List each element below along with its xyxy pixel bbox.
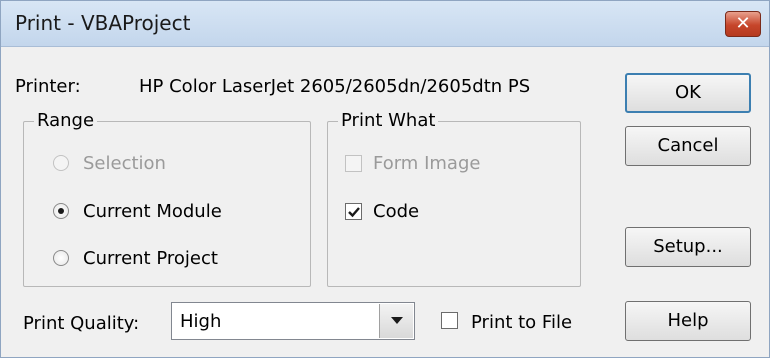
help-button[interactable]: Help xyxy=(625,301,751,341)
selection-radio[interactable] xyxy=(53,155,69,171)
print-quality-dropdown-button[interactable] xyxy=(379,304,413,338)
close-icon: ✕ xyxy=(735,13,751,34)
code-label: Code xyxy=(373,201,420,222)
form-image-checkbox[interactable] xyxy=(345,155,362,172)
current-project-radio[interactable] xyxy=(53,250,69,266)
checkmark-icon xyxy=(348,207,360,218)
printer-name: HP Color LaserJet 2605/2605dn/2605dtn PS xyxy=(139,76,531,97)
print-to-file-label: Print to File xyxy=(471,312,573,333)
ok-button[interactable]: OK xyxy=(625,73,751,113)
radio-selected-dot xyxy=(58,208,64,214)
chevron-down-icon xyxy=(391,317,403,324)
print-quality-select[interactable]: High xyxy=(171,302,415,340)
title-bar[interactable]: Print - VBAProject ✕ xyxy=(1,1,769,47)
print-what-group: Print What xyxy=(327,110,581,287)
selection-label: Selection xyxy=(83,153,166,174)
range-legend: Range xyxy=(34,110,98,131)
cancel-button[interactable]: Cancel xyxy=(625,126,751,166)
print-what-legend: Print What xyxy=(338,110,439,131)
code-checkbox[interactable] xyxy=(345,203,362,220)
print-quality-label: Print Quality: xyxy=(23,313,140,334)
current-project-label: Current Project xyxy=(83,248,218,269)
print-to-file-checkbox[interactable] xyxy=(441,312,458,329)
printer-label: Printer: xyxy=(15,76,81,97)
print-quality-value: High xyxy=(180,311,222,332)
window-title: Print - VBAProject xyxy=(15,11,191,35)
print-dialog: Print - VBAProject ✕ Printer: HP Color L… xyxy=(0,0,770,358)
current-module-radio[interactable] xyxy=(53,203,69,219)
current-module-label: Current Module xyxy=(83,201,222,222)
close-button[interactable]: ✕ xyxy=(725,11,761,37)
setup-button[interactable]: Setup... xyxy=(625,227,751,267)
form-image-label: Form Image xyxy=(373,153,481,174)
